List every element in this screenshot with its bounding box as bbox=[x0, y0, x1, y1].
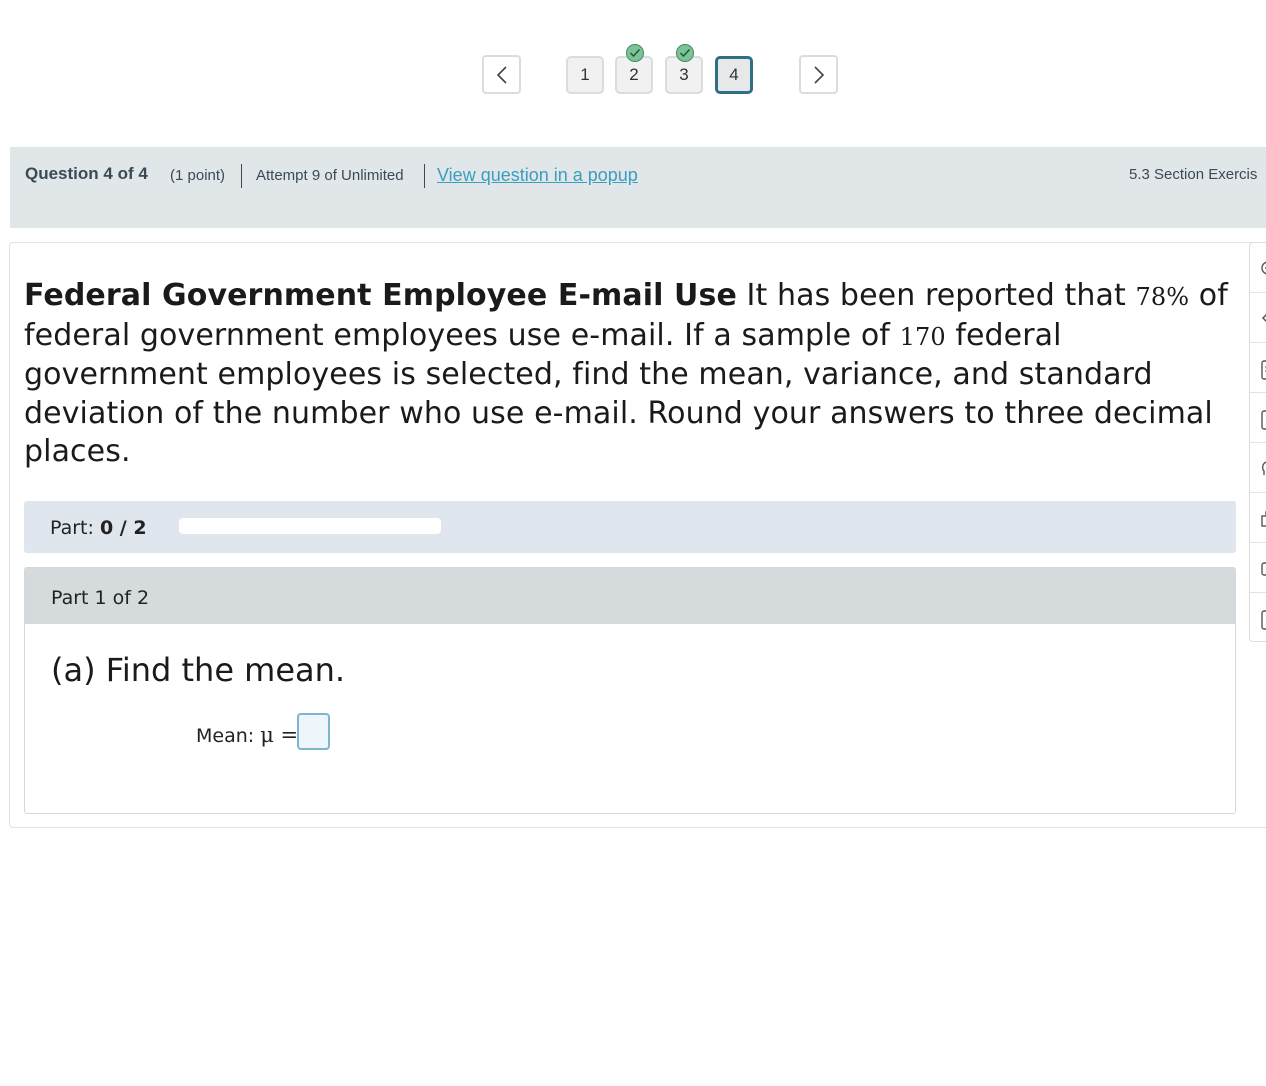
tool-7-button[interactable] bbox=[1250, 543, 1266, 593]
part-title: Part 1 of 2 bbox=[51, 587, 150, 609]
tool-4-button[interactable] bbox=[1250, 393, 1266, 443]
part-panel: Part 1 of 2 (a) Find the mean. Mean: μ = bbox=[24, 567, 1236, 814]
problem-title: Federal Government Employee E-mail Use bbox=[24, 278, 737, 313]
tool-1-button[interactable] bbox=[1250, 243, 1266, 293]
mean-label: Mean: μ = bbox=[196, 723, 299, 747]
question-header: Question 4 of 4 (1 point) Attempt 9 of U… bbox=[10, 147, 1266, 228]
question-1-button[interactable]: 1 bbox=[566, 56, 604, 94]
question-points: (1 point) bbox=[170, 167, 226, 184]
next-question-button[interactable] bbox=[799, 55, 838, 94]
assignment-title: 5.3 Section Exercis bbox=[1129, 166, 1258, 183]
problem-text: It has been reported that bbox=[736, 278, 1136, 313]
mean-answer-input[interactable] bbox=[297, 713, 330, 750]
tool-1-icon bbox=[1261, 261, 1266, 275]
completed-check-icon bbox=[676, 44, 694, 62]
divider bbox=[424, 164, 425, 188]
tool-3-button[interactable] bbox=[1250, 343, 1266, 393]
completed-check-icon bbox=[626, 44, 644, 62]
tool-7-icon bbox=[1261, 562, 1266, 576]
view-popup-link[interactable]: View question in a popup bbox=[437, 165, 638, 186]
sample-size-value: 170 bbox=[899, 322, 946, 351]
part-progress-label: Part: 0 / 2 bbox=[50, 517, 147, 539]
part-progress-bar: Part: 0 / 2 bbox=[24, 501, 1236, 553]
tool-6-button[interactable] bbox=[1250, 493, 1266, 543]
previous-question-button[interactable] bbox=[482, 55, 521, 94]
tool-3-icon bbox=[1261, 360, 1266, 380]
tool-rail bbox=[1249, 242, 1266, 642]
tool-8-icon bbox=[1261, 610, 1266, 630]
mu-symbol: μ = bbox=[260, 723, 299, 747]
problem-statement: Federal Government Employee E-mail Use I… bbox=[24, 277, 1234, 472]
chevron-left-icon bbox=[496, 65, 507, 84]
part-header: Part 1 of 2 bbox=[25, 568, 1235, 624]
tool-5-button[interactable] bbox=[1250, 443, 1266, 493]
tool-5-icon bbox=[1261, 461, 1266, 475]
divider bbox=[241, 164, 242, 188]
attempt-counter: Attempt 9 of Unlimited bbox=[256, 167, 404, 184]
tool-6-icon bbox=[1261, 511, 1266, 527]
question-counter: Question 4 of 4 bbox=[25, 164, 148, 183]
question-4-button[interactable]: 4 bbox=[715, 56, 753, 94]
chevron-right-icon bbox=[813, 65, 824, 84]
tool-2-icon bbox=[1261, 313, 1266, 323]
progress-track bbox=[179, 518, 441, 534]
tool-2-button[interactable] bbox=[1250, 293, 1266, 343]
percent-value: 78% bbox=[1135, 283, 1190, 311]
part-question: (a) Find the mean. bbox=[51, 651, 346, 689]
tool-4-icon bbox=[1261, 410, 1266, 430]
tool-8-button[interactable] bbox=[1250, 593, 1266, 643]
part-progress-value: 0 / 2 bbox=[99, 517, 147, 539]
